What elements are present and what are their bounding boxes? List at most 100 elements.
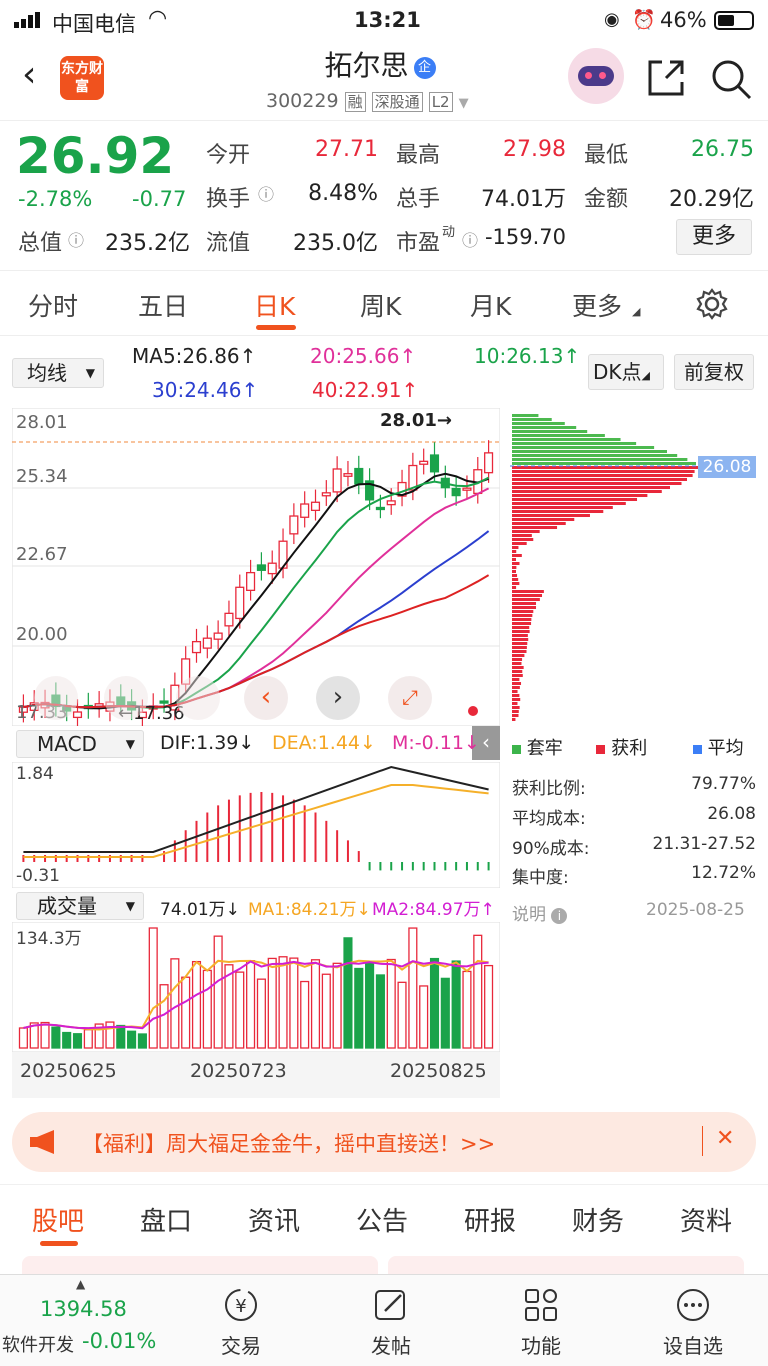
info-icon[interactable]: ⓘ (258, 181, 274, 205)
chip-bar (512, 622, 531, 625)
chart-zoom-out-button[interactable] (104, 676, 148, 720)
volume-value: 74.01万 (466, 181, 566, 213)
candle (290, 516, 298, 534)
volume-label: 总手 (396, 181, 440, 213)
mcap-value: 235.2亿 (90, 225, 190, 257)
chip-bar (512, 582, 519, 585)
adjust-button[interactable]: 前复权 (674, 354, 754, 390)
volume-bar (387, 960, 395, 1048)
grid-apps-icon (521, 1285, 561, 1325)
expand-icon[interactable]: ⤢ (388, 676, 432, 720)
share-icon[interactable] (646, 58, 686, 98)
chip-date: 2025-08-25 (646, 900, 745, 920)
stock-code: 300229 (266, 90, 339, 112)
tab-weekly-k[interactable]: 周K (360, 287, 401, 323)
assistant-avatar[interactable] (568, 48, 624, 104)
chip-bar (512, 522, 566, 525)
chip-bar (512, 670, 522, 673)
chip-bar (512, 630, 530, 633)
volume-bar (63, 1033, 71, 1048)
tab-five-day[interactable]: 五日 (138, 287, 188, 323)
settings-gear-icon[interactable] (696, 288, 728, 320)
index-name[interactable]: 软件开发 (2, 1331, 74, 1357)
chart-next-button[interactable]: › (316, 676, 360, 720)
profit-ratio-label: 获利比例: (512, 774, 586, 799)
tab-orderbook[interactable]: 盘口 (140, 1201, 192, 1238)
megaphone-icon (30, 1130, 60, 1154)
close-icon[interactable]: ✕ (716, 1126, 734, 1151)
chevron-down-icon[interactable]: ▼ (459, 96, 469, 111)
chip-bar (512, 698, 520, 701)
chip-bar (512, 470, 695, 473)
volume-bar (268, 958, 276, 1048)
pe-value: -159.70 (480, 225, 566, 249)
turnover-label: 换手 (206, 181, 250, 213)
tab-research[interactable]: 研报 (464, 1201, 516, 1238)
volume-top-tick: 134.3万 (16, 924, 82, 949)
chip-bar (512, 458, 687, 461)
volume-bar (258, 979, 266, 1048)
chip-bar (512, 498, 637, 501)
chip-bar (512, 506, 613, 509)
chip-bar (512, 694, 519, 697)
chip-bar (512, 430, 587, 433)
chip-bar (512, 614, 532, 617)
chip-bar (512, 518, 574, 521)
info-icon[interactable]: ⓘ (462, 227, 478, 251)
macd-select[interactable]: MACD ▼ (16, 730, 144, 758)
chip-bar (512, 530, 540, 533)
low-label: 最低 (584, 137, 628, 169)
search-icon[interactable] (710, 58, 752, 100)
date-tick-3: 20250825 (390, 1060, 487, 1082)
info-icon[interactable]: ⓘ (68, 227, 84, 251)
nav-trade[interactable]: ¥ 交易 (196, 1285, 286, 1359)
tab-intraday[interactable]: 分时 (28, 287, 78, 323)
chart-tool-button[interactable] (34, 676, 78, 720)
chip-note-link[interactable]: 说明 i (512, 900, 567, 925)
volume-select[interactable]: 成交量 ▼ (16, 892, 144, 920)
macd-select-label: MACD (37, 732, 97, 756)
candle (355, 469, 363, 484)
tab-monthly-k[interactable]: 月K (470, 287, 511, 323)
index-value[interactable]: 1394.58 (40, 1297, 127, 1321)
status-bar: 中国电信 ◠ 13:21 ◉ ⏰ 46% (0, 0, 768, 40)
tab-financials[interactable]: 财务 (572, 1201, 624, 1238)
chip-bar (512, 454, 677, 457)
nav-watchlist[interactable]: 设自选 (648, 1285, 738, 1359)
more-dots-icon (673, 1285, 713, 1325)
back-icon[interactable]: ‹ (22, 54, 36, 95)
chip-bar (512, 422, 565, 425)
macd-chart (12, 762, 500, 888)
volume-bar (463, 971, 471, 1048)
index-change[interactable]: -0.01% (82, 1329, 156, 1353)
cost90-value: 21.31-27.52 (620, 834, 756, 854)
chip-bar (512, 414, 538, 417)
chip-bar (512, 558, 516, 561)
chip-bar (512, 438, 621, 441)
chip-bar (512, 574, 517, 577)
more-button[interactable]: 更多 (676, 219, 752, 255)
chart-prev-button[interactable]: ‹ (244, 676, 288, 720)
tab-daily-k[interactable]: 日K (254, 287, 295, 323)
tab-profile[interactable]: 资料 (680, 1201, 732, 1238)
triangle-icon: ◢ (642, 369, 650, 382)
macd-dea: DEA:1.44↓ (272, 732, 376, 754)
chip-bar (512, 482, 682, 485)
avg-cost-value: 26.08 (640, 804, 756, 824)
tab-more[interactable]: 更多 (572, 287, 622, 323)
volume-bar (398, 982, 406, 1048)
app-logo[interactable]: 东方财富 (60, 56, 104, 100)
nav-functions[interactable]: 功能 (496, 1285, 586, 1359)
dk-point-button[interactable]: DK点◢ (588, 354, 664, 390)
candle (312, 502, 320, 510)
volume-bar (182, 977, 190, 1048)
indicator-select[interactable]: 均线 ▼ (12, 358, 104, 388)
concentration-value: 12.72% (640, 863, 756, 883)
tab-forum[interactable]: 股吧 (32, 1201, 84, 1238)
tab-news[interactable]: 资讯 (248, 1201, 300, 1238)
nav-post[interactable]: 发帖 (346, 1285, 436, 1359)
candle (203, 638, 211, 648)
chart-zoom-button[interactable] (176, 676, 220, 720)
tab-announcements[interactable]: 公告 (356, 1201, 408, 1238)
promo-banner[interactable]: 【福利】周大福足金金牛，摇中直接送！>> ✕ (12, 1112, 756, 1172)
